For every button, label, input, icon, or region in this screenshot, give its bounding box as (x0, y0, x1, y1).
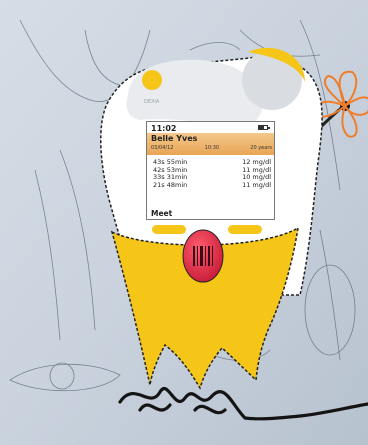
brand-label: DEXIA (144, 99, 160, 105)
reading-duration: 21s 48min (153, 180, 188, 189)
yellow-dot-icon (142, 70, 162, 90)
screen-time: 11:02 (151, 124, 177, 133)
screen-footer-label[interactable]: Meet (151, 209, 172, 218)
device-screen: 11:02 Belle Yves 03/04/12 10:30 20 years… (146, 121, 275, 220)
info-clock: 10:30 (204, 145, 220, 151)
info-age: 20 years (250, 145, 272, 151)
list-item: 21s 48min 11 mg/dl (153, 180, 271, 190)
battery-icon (258, 125, 270, 130)
left-soft-key[interactable] (152, 225, 186, 234)
reading-value: 11 mg/dl (242, 180, 271, 189)
patient-header: Belle Yves 03/04/12 10:30 20 years (147, 133, 274, 155)
patient-info: 03/04/12 10:30 20 years (151, 145, 272, 151)
info-date: 03/04/12 (151, 145, 174, 151)
readings-list: 43s 55min 12 mg/dl 42s 53min 11 mg/dl 33… (153, 158, 271, 190)
right-soft-key[interactable] (228, 225, 262, 234)
concept-illustration: DEXIA (0, 0, 368, 445)
patient-name: Belle Yves (151, 134, 198, 143)
